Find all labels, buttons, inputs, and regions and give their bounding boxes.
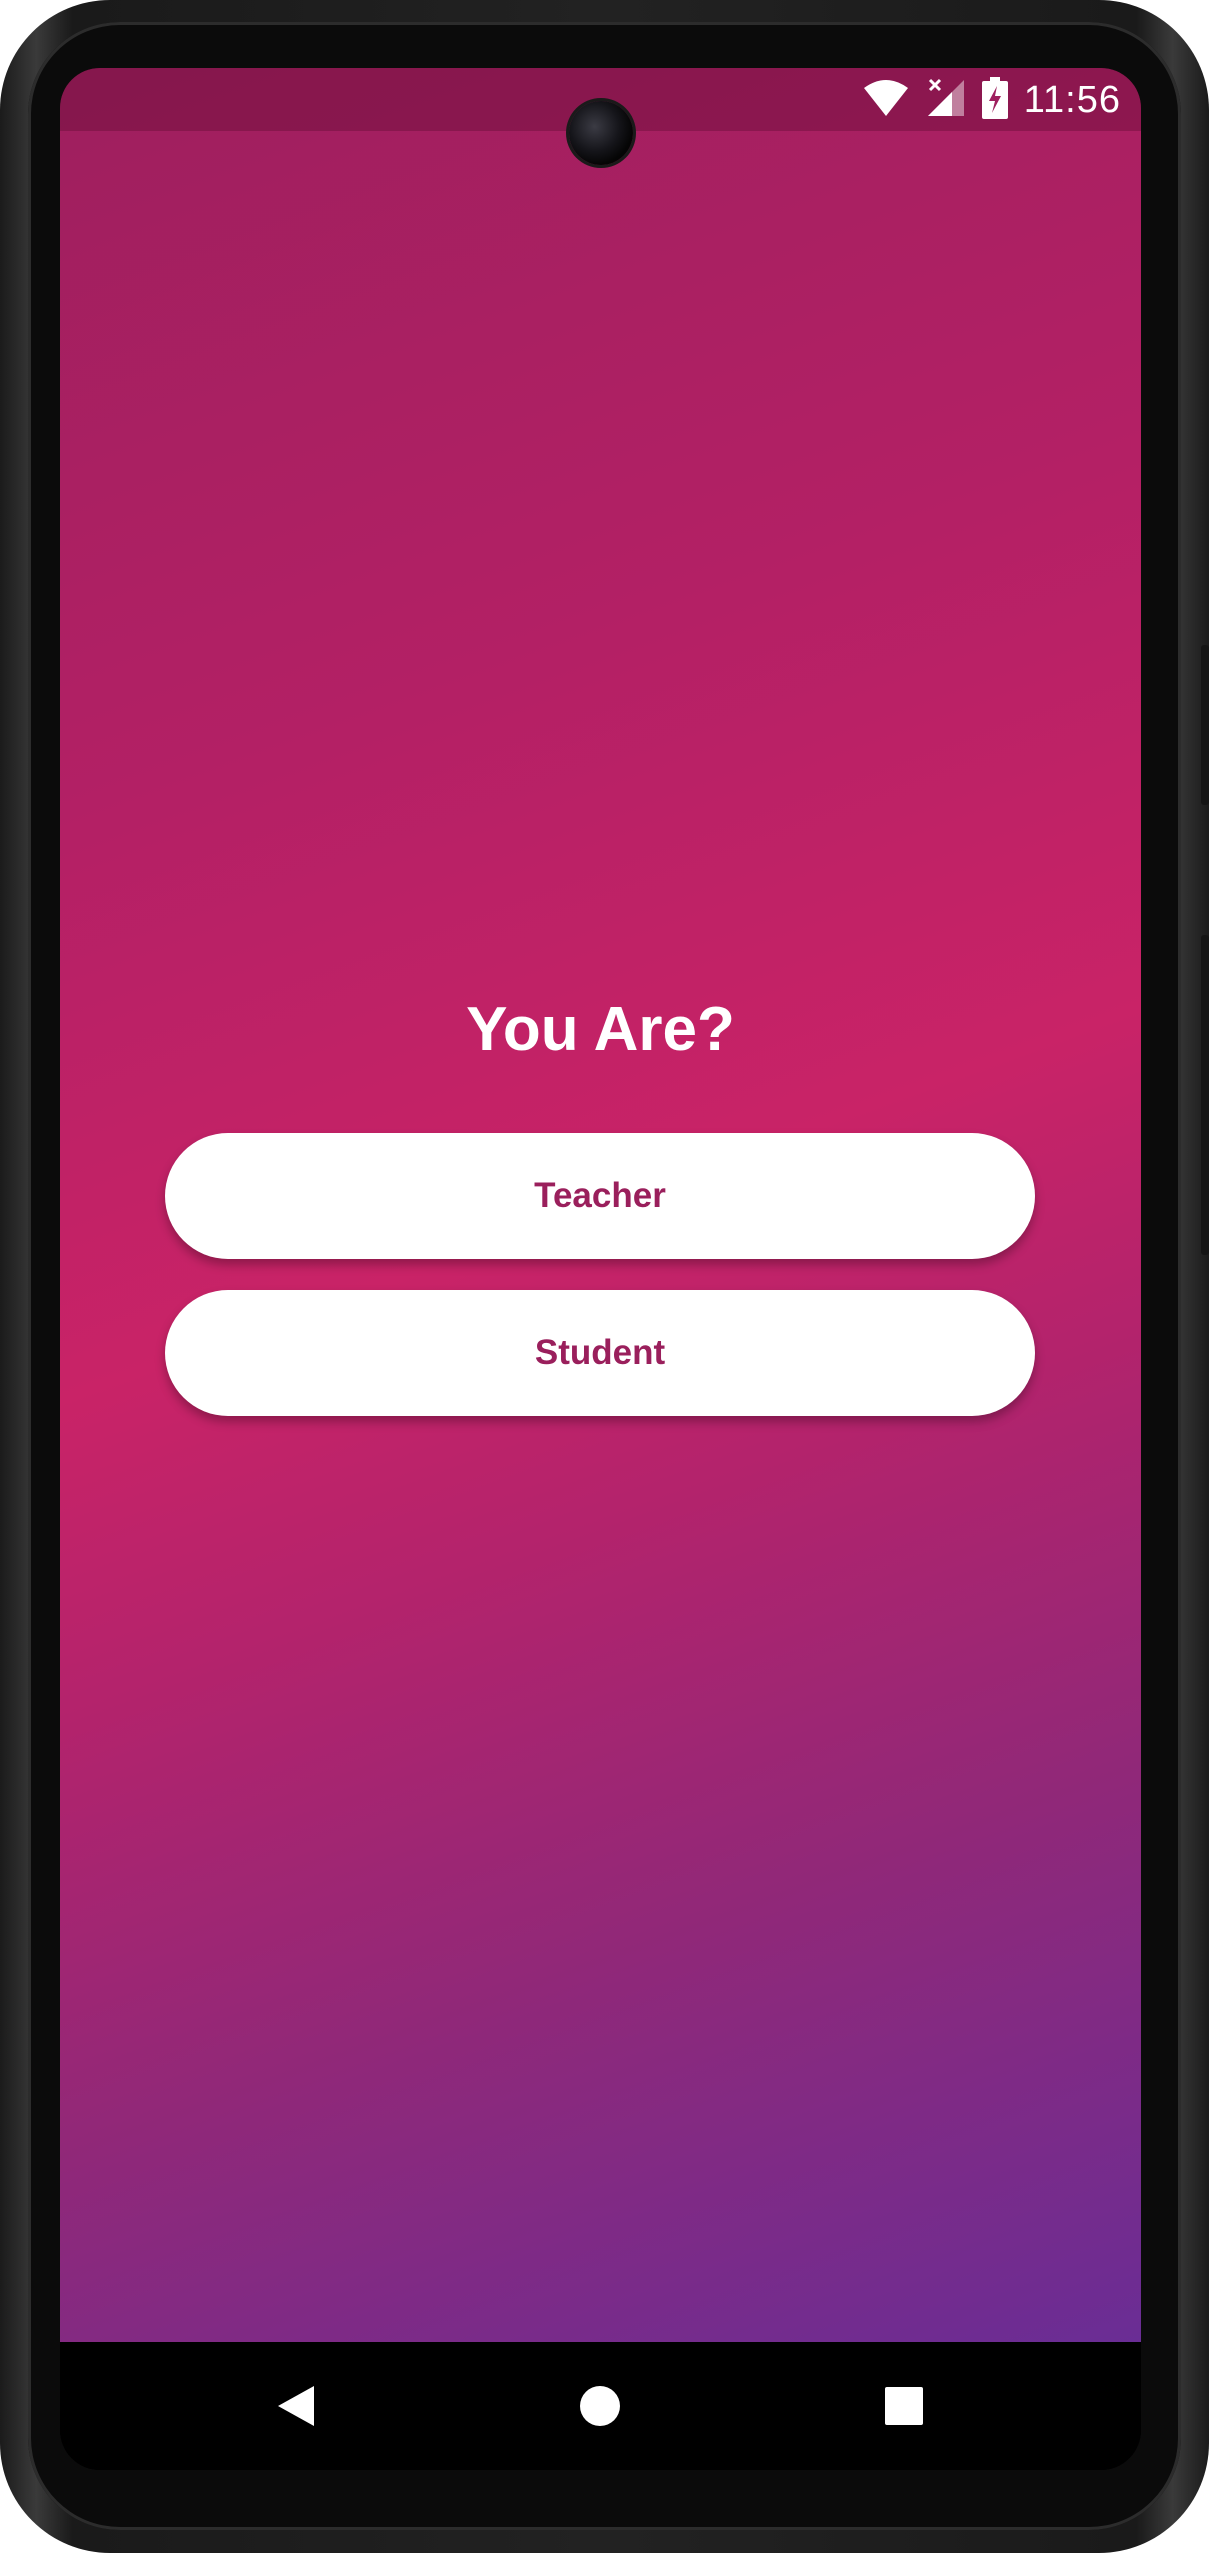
wifi-icon — [862, 78, 910, 123]
navigation-bar — [60, 2342, 1141, 2470]
volume-button — [1201, 935, 1209, 1255]
app-background: 11:56 You Are? Teacher Student — [60, 68, 1141, 2342]
screen: 11:56 You Are? Teacher Student — [60, 68, 1141, 2470]
back-icon[interactable] — [272, 2382, 320, 2430]
signal-icon — [926, 78, 966, 123]
battery-charging-icon — [981, 76, 1008, 124]
student-button[interactable]: Student — [165, 1290, 1035, 1416]
phone-frame: 11:56 You Are? Teacher Student — [0, 0, 1209, 2553]
teacher-button[interactable]: Teacher — [165, 1133, 1035, 1259]
status-icons: 11:56 — [862, 76, 1121, 124]
recents-icon[interactable] — [880, 2382, 928, 2430]
page-title: You Are? — [466, 995, 735, 1064]
status-time: 11:56 — [1023, 78, 1121, 121]
front-camera — [569, 101, 633, 165]
power-button — [1201, 645, 1209, 805]
home-icon[interactable] — [576, 2382, 624, 2430]
